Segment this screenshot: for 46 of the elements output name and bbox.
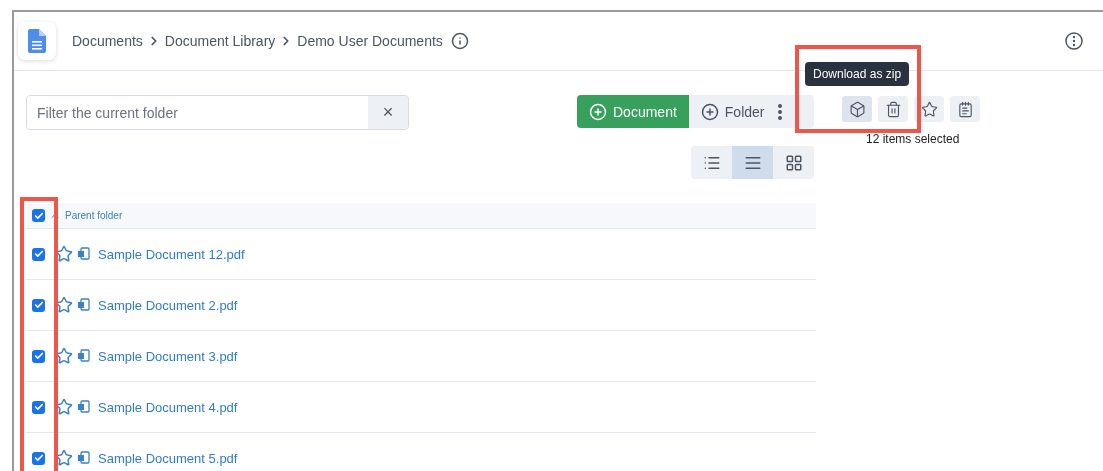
clear-button[interactable]: × — [368, 96, 408, 129]
file-link[interactable]: Sample Document 4.pdf — [98, 399, 238, 415]
document-icon — [77, 451, 90, 465]
tooltip: Download as zip — [805, 62, 910, 86]
parent-folder-link[interactable]: Parent folder — [65, 210, 123, 221]
star-icon[interactable] — [55, 398, 73, 416]
plus-circle-icon — [700, 102, 719, 121]
row-checkbox[interactable] — [32, 349, 45, 363]
star-icon[interactable] — [55, 245, 73, 263]
select-all-checkbox[interactable] — [32, 209, 45, 222]
breadcrumb-item[interactable]: Document Library — [164, 33, 276, 49]
star-icon — [920, 100, 938, 118]
row-checkbox[interactable] — [32, 400, 45, 414]
more-options-icon[interactable] — [1065, 32, 1083, 50]
breadcrumb-item[interactable]: Demo User Documents — [297, 33, 443, 49]
note-icon — [956, 100, 974, 118]
toolbar-button[interactable] — [950, 96, 980, 122]
grid-icon — [784, 153, 803, 172]
info-icon[interactable] — [450, 32, 469, 50]
filter-field[interactable]: Filter the current folder × — [26, 95, 409, 130]
star-icon[interactable] — [55, 347, 73, 365]
star-icon[interactable] — [55, 449, 73, 467]
file-link[interactable]: Sample Document 5.pdf — [98, 450, 238, 466]
document-icon — [77, 247, 90, 261]
document-icon — [77, 349, 90, 363]
row-checkbox[interactable] — [32, 247, 45, 261]
file-link[interactable]: Sample Document 3.pdf — [98, 348, 238, 364]
view-mode-button[interactable] — [773, 146, 814, 179]
add-document-button[interactable]: Document — [577, 95, 689, 128]
add-folder-button[interactable]: Folder — [688, 95, 777, 128]
breadcrumb-item[interactable]: Documents — [72, 33, 143, 49]
cube-icon — [848, 100, 866, 118]
view-mode-button[interactable] — [691, 146, 732, 179]
document-icon — [77, 298, 90, 312]
toolbar-button[interactable] — [842, 96, 872, 122]
trash-icon — [884, 100, 902, 118]
row-checkbox[interactable] — [32, 451, 45, 465]
plus-circle-icon — [589, 102, 607, 121]
file-link[interactable]: Sample Document 12.pdf — [98, 246, 245, 262]
view-mode-button[interactable] — [732, 146, 773, 179]
document-icon — [77, 400, 90, 414]
selection-count: 12 items selected — [866, 132, 960, 146]
row-checkbox[interactable] — [32, 298, 45, 312]
toolbar-button[interactable] — [878, 96, 908, 122]
star-icon[interactable] — [55, 296, 73, 314]
file-link[interactable]: Sample Document 2.pdf — [98, 297, 238, 313]
